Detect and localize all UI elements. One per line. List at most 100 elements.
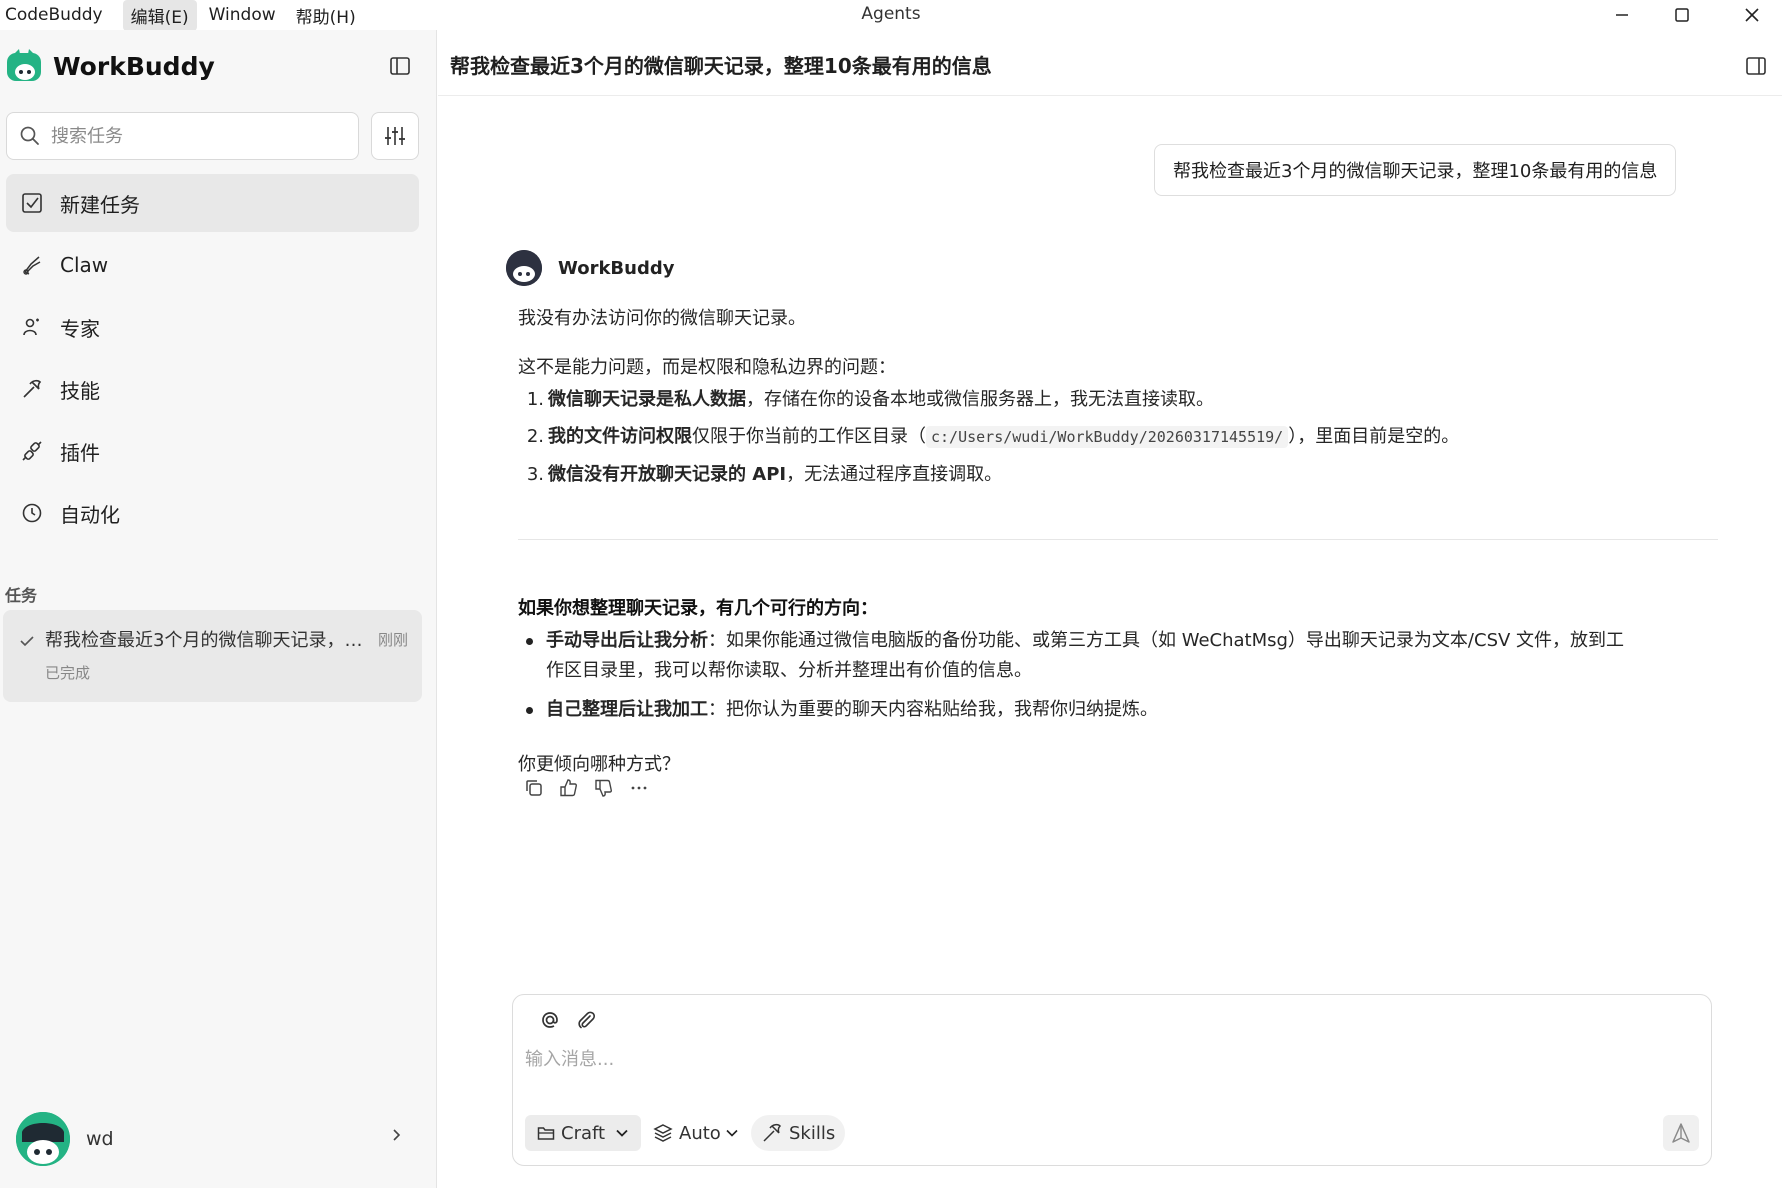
clock-icon (20, 501, 44, 525)
mention-button[interactable] (537, 1007, 563, 1033)
list-item-text: ，无法通过程序直接调取。 (786, 464, 1003, 485)
maximize-button[interactable] (1652, 0, 1712, 30)
at-sign-icon (542, 1012, 558, 1028)
skills-button[interactable]: Skills (751, 1115, 846, 1151)
filter-button[interactable] (371, 112, 419, 160)
sidebar-panel-icon (390, 57, 410, 75)
menu-bar: CodeBuddy 编辑(E) Window 帮助(H) (0, 0, 364, 31)
chevron-right-icon[interactable] (390, 1128, 404, 1142)
check-icon (20, 636, 34, 647)
bullet (526, 707, 533, 714)
sidebar-item-skills[interactable]: 技能 (6, 360, 419, 418)
sidebar-item-label: 技能 (60, 378, 100, 403)
menu-help[interactable]: 帮助(H) (288, 0, 364, 31)
bot-heading-text: 如果你想整理聊天记录，有几个可行的方向： (518, 598, 878, 619)
title-bar: CodeBuddy 编辑(E) Window 帮助(H) Agents (0, 0, 1782, 31)
message-actions (522, 776, 662, 800)
search-icon (20, 126, 39, 145)
sidebar-item-claw[interactable]: Claw (6, 236, 419, 294)
main-panel: 帮我检查最近3个月的微信聊天记录，整理10条最有用的信息 帮我检查最近3个月的微… (438, 30, 1782, 1188)
bullet (526, 638, 533, 645)
more-options-button[interactable] (627, 776, 651, 800)
send-button[interactable] (1663, 1115, 1699, 1151)
user-message-bubble: 帮我检查最近3个月的微信聊天记录，整理10条最有用的信息 (1154, 144, 1677, 196)
list-item: 自己整理后让我加工：把你认为重要的聊天内容粘贴给我，我帮你归纳提炼。 (518, 695, 1718, 725)
chevron-down-icon (726, 1129, 738, 1137)
copy-button[interactable] (522, 776, 546, 800)
list-item-bold: 自己整理后让我加工 (546, 699, 708, 720)
bot-name: WorkBuddy (558, 257, 675, 279)
plugin-icon (20, 439, 44, 463)
inline-code-path: c:/Users/wudi/WorkBuddy/20260317145519/ (926, 426, 1289, 448)
user-name: wd (86, 1128, 114, 1150)
bot-paragraph: 我没有办法访问你的微信聊天记录。 (518, 308, 806, 329)
message-input[interactable] (525, 1041, 1695, 1077)
bot-avatar-icon (506, 250, 542, 286)
bot-question: 你更倾向哪种方式？ (518, 754, 680, 775)
sidebar-item-plugins[interactable]: 插件 (6, 422, 419, 480)
skills-label: Skills (789, 1122, 836, 1144)
list-item-bold: 微信聊天记录是私人数据 (548, 389, 746, 410)
list-item-bold: 手动导出后让我分析 (546, 630, 708, 651)
thumbs-down-icon (595, 779, 612, 797)
thumbs-down-button[interactable] (592, 776, 616, 800)
list-item-text: ：如果你能通过微信电脑版的备份功能、或第三方工具（如 WeChatMsg）导出聊… (708, 630, 1625, 651)
sidebar-item-label: 自动化 (60, 502, 120, 527)
sidebar-item-experts[interactable]: 专家 (6, 298, 419, 356)
page-title: 帮我检查最近3个月的微信聊天记录，整理10条最有用的信息 (450, 54, 992, 78)
brand-name: WorkBuddy (53, 51, 215, 81)
task-list-item[interactable]: 帮我检查最近3个月的微信聊天记录，整理10条最有用的信息 刚刚 已完成 (3, 610, 422, 702)
bot-paragraph: 这不是能力问题，而是权限和隐私边界的问题： (518, 357, 896, 378)
list-item: 3. 微信没有开放聊天记录的 API，无法通过程序直接调取。 (518, 460, 1718, 490)
sidebar-toggle-button[interactable] (388, 54, 414, 80)
send-icon (1672, 1123, 1690, 1143)
sidebar-item-new-task[interactable]: 新建任务 (6, 174, 419, 232)
copy-icon (526, 780, 542, 796)
list-item-text: ：把你认为重要的聊天内容粘贴给我，我帮你归纳提炼。 (708, 699, 1158, 720)
conversation-header: 帮我检查最近3个月的微信聊天记录，整理10条最有用的信息 (438, 30, 1782, 96)
bot-avatar (506, 250, 542, 286)
menu-codebuddy[interactable]: CodeBuddy (0, 2, 111, 28)
list-number: 2. (526, 426, 544, 447)
craft-mode-label: Craft (561, 1122, 606, 1144)
avatar-icon (16, 1112, 70, 1166)
minimize-button[interactable] (1592, 0, 1652, 30)
model-select-dropdown[interactable]: Auto (653, 1115, 739, 1151)
menu-edit[interactable]: 编辑(E) (122, 0, 197, 31)
claw-icon (20, 253, 44, 277)
list-number: 3. (526, 464, 544, 485)
list-item: 1. 微信聊天记录是私人数据，存储在你的设备本地或微信服务器上，我无法直接读取。 (518, 385, 1718, 415)
minimize-icon (1616, 14, 1628, 16)
list-number: 1. (526, 389, 544, 410)
right-panel-toggle-button[interactable] (1744, 54, 1768, 83)
user-profile[interactable]: wd (16, 1112, 114, 1166)
message-composer: Craft Auto Skills (512, 994, 1712, 1166)
right-panel-icon (1746, 57, 1766, 75)
sidebar-item-label: Claw (60, 253, 109, 277)
list-item-text: ，存储在你的设备本地或微信服务器上，我无法直接读取。 (746, 389, 1214, 410)
task-time: 刚刚 (378, 631, 409, 649)
paperclip-icon (578, 1011, 596, 1029)
task-title: 帮我检查最近3个月的微信聊天记录，整理10条最有用的信息 (45, 630, 365, 651)
chevron-down-icon (616, 1129, 628, 1137)
bot-header: WorkBuddy (506, 250, 674, 286)
close-button[interactable] (1722, 0, 1782, 30)
composer-toolbar (537, 1007, 609, 1033)
search-input[interactable] (51, 125, 331, 147)
attach-button[interactable] (573, 1007, 599, 1033)
list-item-bold: 我的文件访问权限 (548, 426, 692, 447)
divider (518, 539, 1718, 540)
layers-icon (653, 1124, 673, 1142)
list-item-text: 仅限于你当前的工作区目录（ (692, 426, 926, 447)
skills-icon (763, 1123, 782, 1142)
folder-icon (537, 1127, 555, 1140)
sidebar-item-automation[interactable]: 自动化 (6, 484, 419, 542)
sidebar-item-label: 新建任务 (60, 192, 140, 217)
more-horizontal-icon (631, 786, 647, 790)
thumbs-up-button[interactable] (557, 776, 581, 800)
sidebar-item-label: 专家 (60, 316, 100, 341)
close-icon (1745, 8, 1759, 22)
list-item-text: ），里面目前是空的。 (1288, 426, 1460, 447)
menu-window[interactable]: Window (201, 2, 284, 28)
craft-mode-dropdown[interactable]: Craft (525, 1115, 642, 1151)
